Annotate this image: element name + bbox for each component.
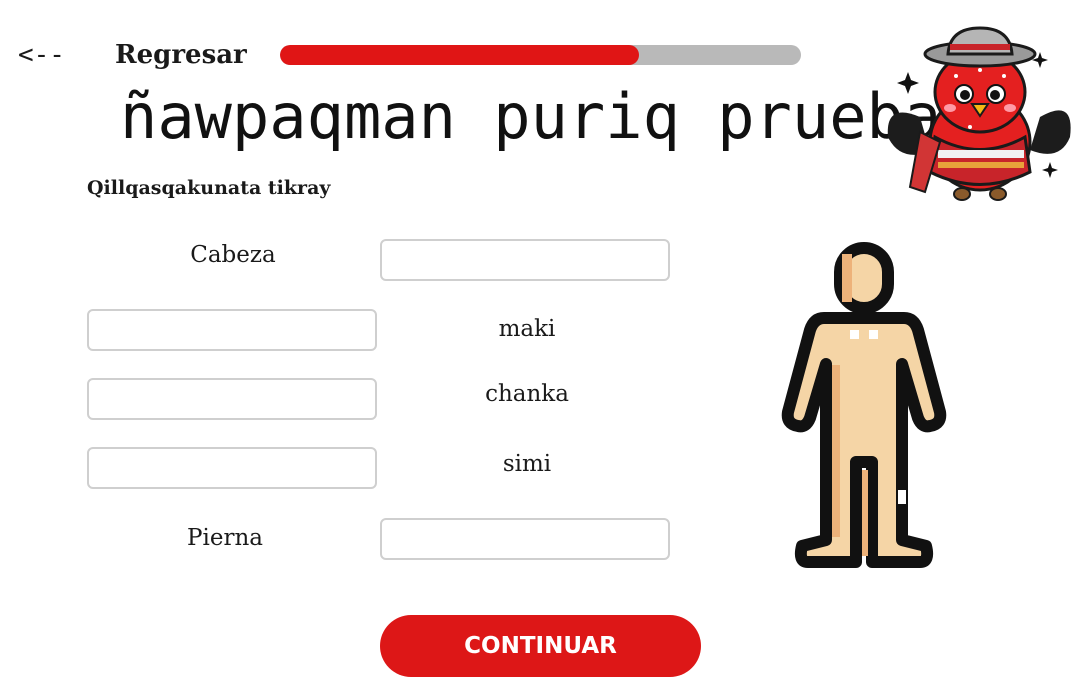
- human-body-icon: [781, 242, 947, 568]
- red-bird-mascot-icon: [887, 26, 1071, 201]
- back-arrow-icon[interactable]: <--: [18, 40, 65, 70]
- translation-input[interactable]: [380, 518, 670, 560]
- word-label: maki: [498, 316, 556, 342]
- translation-input[interactable]: [87, 447, 377, 489]
- word-label: chanka: [485, 381, 569, 407]
- progress-bar: [280, 45, 801, 65]
- instruction-text: Qillqasqakunata tikray: [87, 177, 331, 199]
- continue-button[interactable]: CONTINUAR: [380, 615, 701, 677]
- back-button[interactable]: Regresar: [115, 40, 247, 70]
- page-title: ñawpaqman puriq prueba: [120, 80, 942, 153]
- progress-bar-fill: [280, 45, 640, 65]
- word-label: simi: [502, 451, 552, 477]
- word-label: Pierna: [187, 525, 263, 551]
- word-label: Cabeza: [190, 242, 276, 268]
- translation-input[interactable]: [87, 309, 377, 351]
- translation-input[interactable]: [87, 378, 377, 420]
- translation-input[interactable]: [380, 239, 670, 281]
